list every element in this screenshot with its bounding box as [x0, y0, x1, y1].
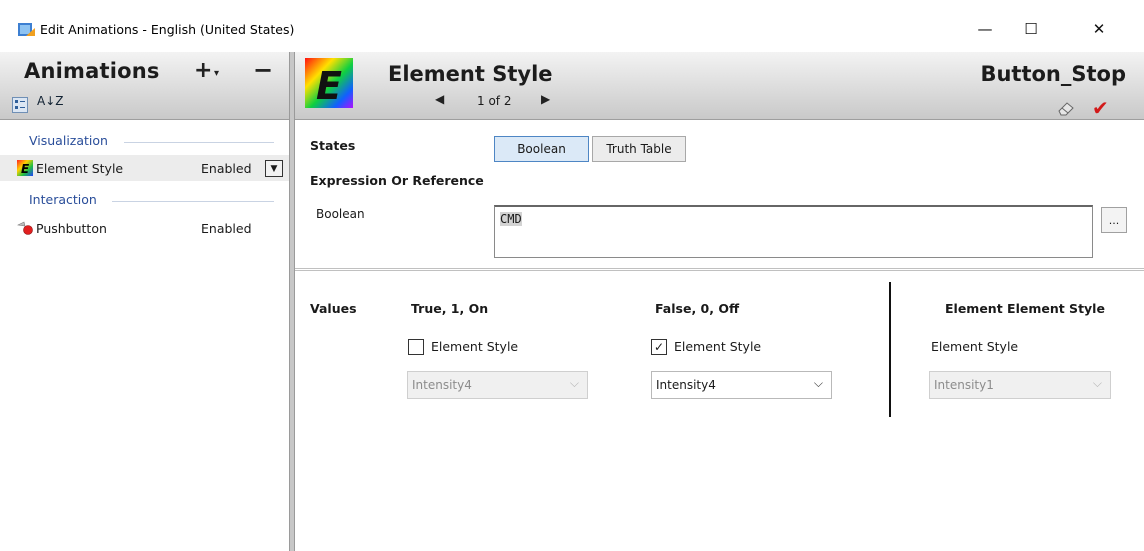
truth-table-toggle-button[interactable]: Truth Table	[592, 136, 686, 162]
list-item-state: Enabled	[201, 161, 252, 176]
boolean-toggle-button[interactable]: Boolean	[494, 136, 589, 162]
true-style-value: Intensity4	[412, 378, 472, 392]
app-icon	[18, 23, 35, 36]
panel-splitter[interactable]	[289, 52, 295, 551]
false-style-select[interactable]: Intensity4 ⌵	[651, 371, 832, 399]
element-style-label: Element Style	[931, 339, 1019, 354]
column-separator	[889, 282, 891, 417]
next-page-button[interactable]: ▶	[541, 92, 550, 106]
close-button[interactable]: ✕	[1076, 12, 1122, 46]
state-dropdown-button[interactable]: ▼	[265, 160, 283, 177]
svg-text:E: E	[21, 162, 30, 176]
add-dropdown-icon[interactable]: ▾	[214, 68, 219, 79]
group-visualization: Visualization	[29, 133, 108, 148]
validate-check-icon[interactable]: ✔	[1092, 96, 1109, 120]
previous-page-button[interactable]: ◀	[435, 92, 444, 106]
object-name: Button_Stop	[980, 62, 1126, 86]
list-item-name: Pushbutton	[36, 221, 107, 236]
section-divider	[295, 268, 1144, 271]
boolean-field-label: Boolean	[316, 207, 365, 221]
element-style-icon: E	[17, 160, 33, 176]
alphabetical-sort-icon[interactable]: A↓Z	[37, 94, 63, 108]
chevron-down-icon: ⌵	[569, 376, 579, 390]
element-style-value: Intensity1	[934, 378, 994, 392]
element-style-large-icon: E	[305, 58, 353, 108]
svg-text:E: E	[316, 64, 342, 108]
group-interaction: Interaction	[29, 192, 97, 207]
element-style-select: Intensity1 ⌵	[929, 371, 1111, 399]
false-element-style-label: Element Style	[674, 339, 762, 354]
true-column-header: True, 1, On	[411, 301, 489, 316]
categorized-view-icon[interactable]	[12, 97, 28, 113]
expression-input[interactable]: CMD	[494, 205, 1093, 258]
add-animation-button[interactable]: +	[194, 58, 212, 83]
list-item-pushbutton[interactable]: Pushbutton Enabled	[0, 215, 289, 241]
animations-list: Visualization E Element Style Enabled ▼ …	[0, 121, 289, 551]
chevron-down-icon: ⌵	[813, 376, 823, 390]
expression-browse-button[interactable]: ...	[1101, 207, 1127, 233]
true-element-style-label: Element Style	[431, 339, 519, 354]
true-style-select: Intensity4 ⌵	[407, 371, 588, 399]
expression-value: CMD	[500, 212, 522, 226]
remove-animation-button[interactable]: −	[253, 56, 273, 84]
group-divider	[112, 201, 274, 202]
animations-title: Animations	[24, 59, 160, 83]
list-item-element-style[interactable]: E Element Style Enabled ▼	[0, 155, 289, 181]
pushbutton-icon	[17, 221, 33, 235]
page-counter: 1 of 2	[477, 94, 512, 108]
animation-header: E Element Style ◀ 1 of 2 ▶ Button_Stop ✔	[295, 52, 1144, 120]
false-element-style-checkbox[interactable]: ✓	[651, 339, 667, 355]
element-column-header: Element Element Style	[945, 301, 1105, 316]
window-title: Edit Animations - English (United States…	[40, 22, 295, 37]
false-column-header: False, 0, Off	[655, 301, 740, 316]
title-bar: Edit Animations - English (United States…	[0, 0, 1144, 52]
maximize-button[interactable]: ☐	[1008, 12, 1054, 46]
values-label: Values	[310, 301, 357, 316]
states-label: States	[310, 138, 356, 153]
list-item-state: Enabled	[201, 221, 252, 236]
animations-header: Animations + ▾ − A↓Z	[0, 52, 289, 120]
group-divider	[124, 142, 274, 143]
false-style-value: Intensity4	[656, 378, 716, 392]
animation-title: Element Style	[388, 62, 553, 86]
list-item-name: Element Style	[36, 161, 124, 176]
chevron-down-icon: ⌵	[1092, 376, 1102, 390]
eraser-icon[interactable]	[1056, 102, 1076, 116]
minimize-button[interactable]: —	[962, 12, 1008, 46]
true-element-style-checkbox[interactable]	[408, 339, 424, 355]
expression-label: Expression Or Reference	[310, 173, 484, 188]
